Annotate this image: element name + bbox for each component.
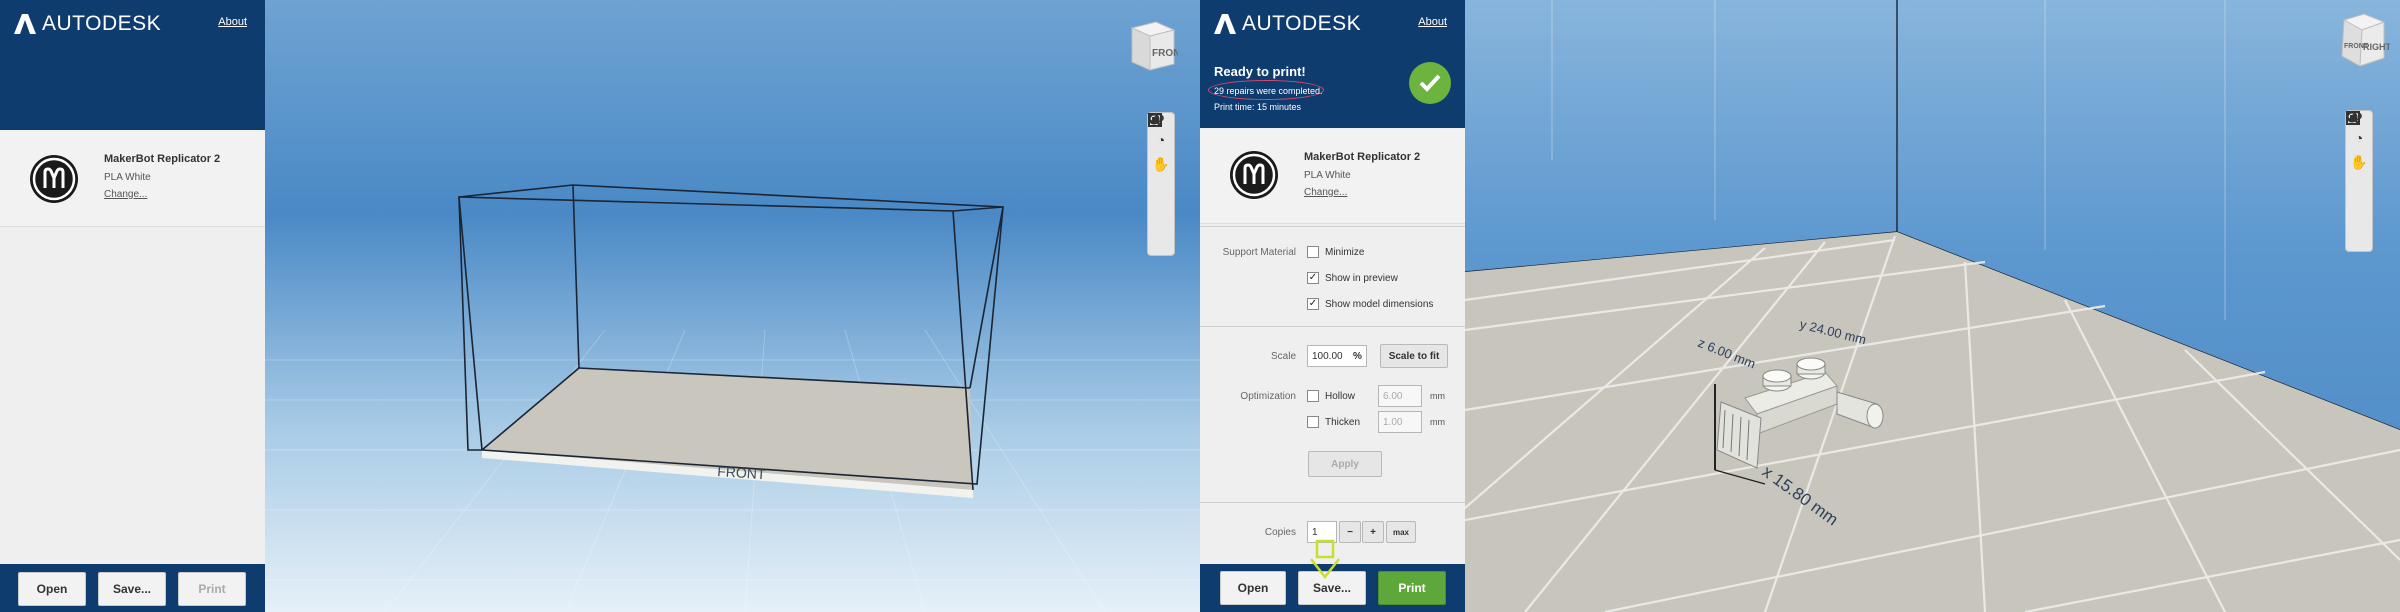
brand-name: AUTODESK — [42, 12, 162, 35]
show-dimensions-option[interactable]: ✓ Show model dimensions — [1307, 298, 1433, 310]
view-cube[interactable]: FRONT RIGHT — [2328, 8, 2390, 72]
visibility-icon[interactable] — [2346, 111, 2372, 250]
apply-button[interactable]: Apply — [1308, 451, 1382, 477]
zoom-icon[interactable] — [2346, 111, 2372, 200]
support-section: Support Material Minimize ✓ Show in prev… — [1200, 226, 1465, 326]
left-action-bar: Open Save... Print — [0, 564, 265, 612]
hollow-label: Hollow — [1325, 390, 1356, 402]
makerbot-logo-icon — [30, 155, 78, 203]
orbit-icon[interactable]: ◔ — [2346, 125, 2372, 150]
printer-material: PLA White — [1304, 170, 1351, 181]
left-3d-viewport[interactable]: FRONT FRONT ◔ ✋ — [265, 0, 1200, 612]
left-panel-header: AUTODESK About — [0, 0, 265, 130]
change-printer-link[interactable]: Change... — [1304, 187, 1347, 198]
hollow-unit: mm — [1430, 391, 1445, 401]
copies-increment-button[interactable]: + — [1362, 521, 1384, 543]
show-preview-checkbox[interactable]: ✓ — [1307, 272, 1319, 284]
show-dimensions-label: Show model dimensions — [1325, 298, 1434, 310]
orbit-icon[interactable]: ◔ — [1148, 127, 1174, 152]
print-button[interactable]: Print — [178, 572, 246, 606]
scale-to-fit-button[interactable]: Scale to fit — [1380, 344, 1448, 368]
minimize-checkbox[interactable] — [1307, 246, 1319, 258]
view-toolbar: ◔ ✋ — [2345, 110, 2373, 252]
hollow-checkbox[interactable] — [1307, 390, 1319, 402]
optimization-label: Optimization — [1240, 391, 1296, 402]
thicken-unit: mm — [1430, 417, 1445, 427]
app-window: AUTODESK About MakerBot Replicator 2 PLA… — [0, 0, 2400, 612]
pan-icon[interactable]: ✋ — [1148, 152, 1174, 177]
support-label: Support Material — [1222, 247, 1296, 258]
thicken-input[interactable]: 1.00 — [1378, 411, 1422, 433]
status-title: Ready to print! — [1214, 64, 1306, 79]
save-button[interactable]: Save... — [98, 572, 166, 606]
printer-selector: MakerBot Replicator 2 PLA White Change..… — [0, 131, 265, 227]
brand-name: AUTODESK — [1242, 12, 1362, 35]
repairs-status: 29 repairs were completed. — [1214, 86, 1323, 96]
view-toolbar: ◔ ✋ — [1147, 112, 1175, 256]
thicken-checkbox[interactable] — [1307, 416, 1319, 428]
floor-front-label: FRONT — [717, 463, 767, 482]
ready-check-icon — [1409, 62, 1451, 104]
fit-icon[interactable] — [1148, 113, 1174, 227]
autodesk-logo: AUTODESK — [14, 12, 161, 36]
change-printer-link[interactable]: Change... — [104, 189, 147, 200]
scale-input[interactable]: 100.00 — [1307, 345, 1353, 367]
printer-name: MakerBot Replicator 2 — [104, 153, 221, 165]
copies-label: Copies — [1264, 527, 1296, 538]
show-preview-label: Show in preview — [1325, 272, 1398, 284]
scale-unit: % — [1351, 345, 1367, 367]
open-button[interactable]: Open — [1220, 571, 1286, 605]
open-button[interactable]: Open — [18, 572, 86, 606]
right-side-panel: AUTODESK About Ready to print! 29 repair… — [1200, 0, 1465, 612]
autodesk-logo: AUTODESK — [1214, 12, 1361, 36]
view-cube[interactable]: FRONT — [1126, 18, 1178, 74]
save-highlight-arrow-icon — [1310, 539, 1340, 580]
print-time: Print time: 15 minutes — [1214, 102, 1302, 112]
thicken-option[interactable]: Thicken — [1307, 416, 1360, 428]
about-link[interactable]: About — [218, 16, 247, 28]
printer-name: MakerBot Replicator 2 — [1304, 151, 1421, 163]
printer-material: PLA White — [104, 172, 151, 183]
right-panel-header: AUTODESK About Ready to print! 29 repair… — [1200, 0, 1465, 128]
scale-label: Scale — [1270, 351, 1296, 362]
thicken-label: Thicken — [1325, 416, 1361, 428]
print-button[interactable]: Print — [1378, 571, 1446, 605]
left-scene: FRONT — [265, 0, 1200, 612]
autodesk-icon — [14, 14, 36, 34]
printer-selector: MakerBot Replicator 2 PLA White Change..… — [1200, 129, 1465, 224]
makerbot-logo-icon — [1230, 151, 1278, 199]
about-link[interactable]: About — [1418, 16, 1447, 28]
minimize-label: Minimize — [1325, 246, 1365, 258]
show-preview-option[interactable]: ✓ Show in preview — [1307, 272, 1398, 284]
right-scene: y 24.00 mm z 6.00 mm x 15.80 mm — [1465, 0, 2400, 612]
copies-max-button[interactable]: max — [1386, 521, 1416, 543]
zoom-icon[interactable] — [1148, 113, 1174, 202]
autodesk-icon — [1214, 14, 1236, 34]
minimize-option[interactable]: Minimize — [1307, 246, 1364, 258]
cube-face-right: RIGHT — [2363, 42, 2390, 52]
scale-section: Scale 100.00 % Scale to fit Optimization… — [1200, 326, 1465, 502]
pan-icon[interactable]: ✋ — [2346, 150, 2372, 175]
fit-icon[interactable] — [2346, 111, 2372, 225]
left-side-panel: AUTODESK About MakerBot Replicator 2 PLA… — [0, 0, 265, 612]
hollow-input[interactable]: 6.00 — [1378, 385, 1422, 407]
right-3d-viewport[interactable]: y 24.00 mm z 6.00 mm x 15.80 mm FRONT RI… — [1465, 0, 2400, 612]
visibility-icon[interactable] — [1148, 113, 1174, 252]
hollow-option[interactable]: Hollow — [1307, 390, 1355, 402]
cube-face-front: FRONT — [1152, 48, 1178, 59]
show-dimensions-checkbox[interactable]: ✓ — [1307, 298, 1319, 310]
